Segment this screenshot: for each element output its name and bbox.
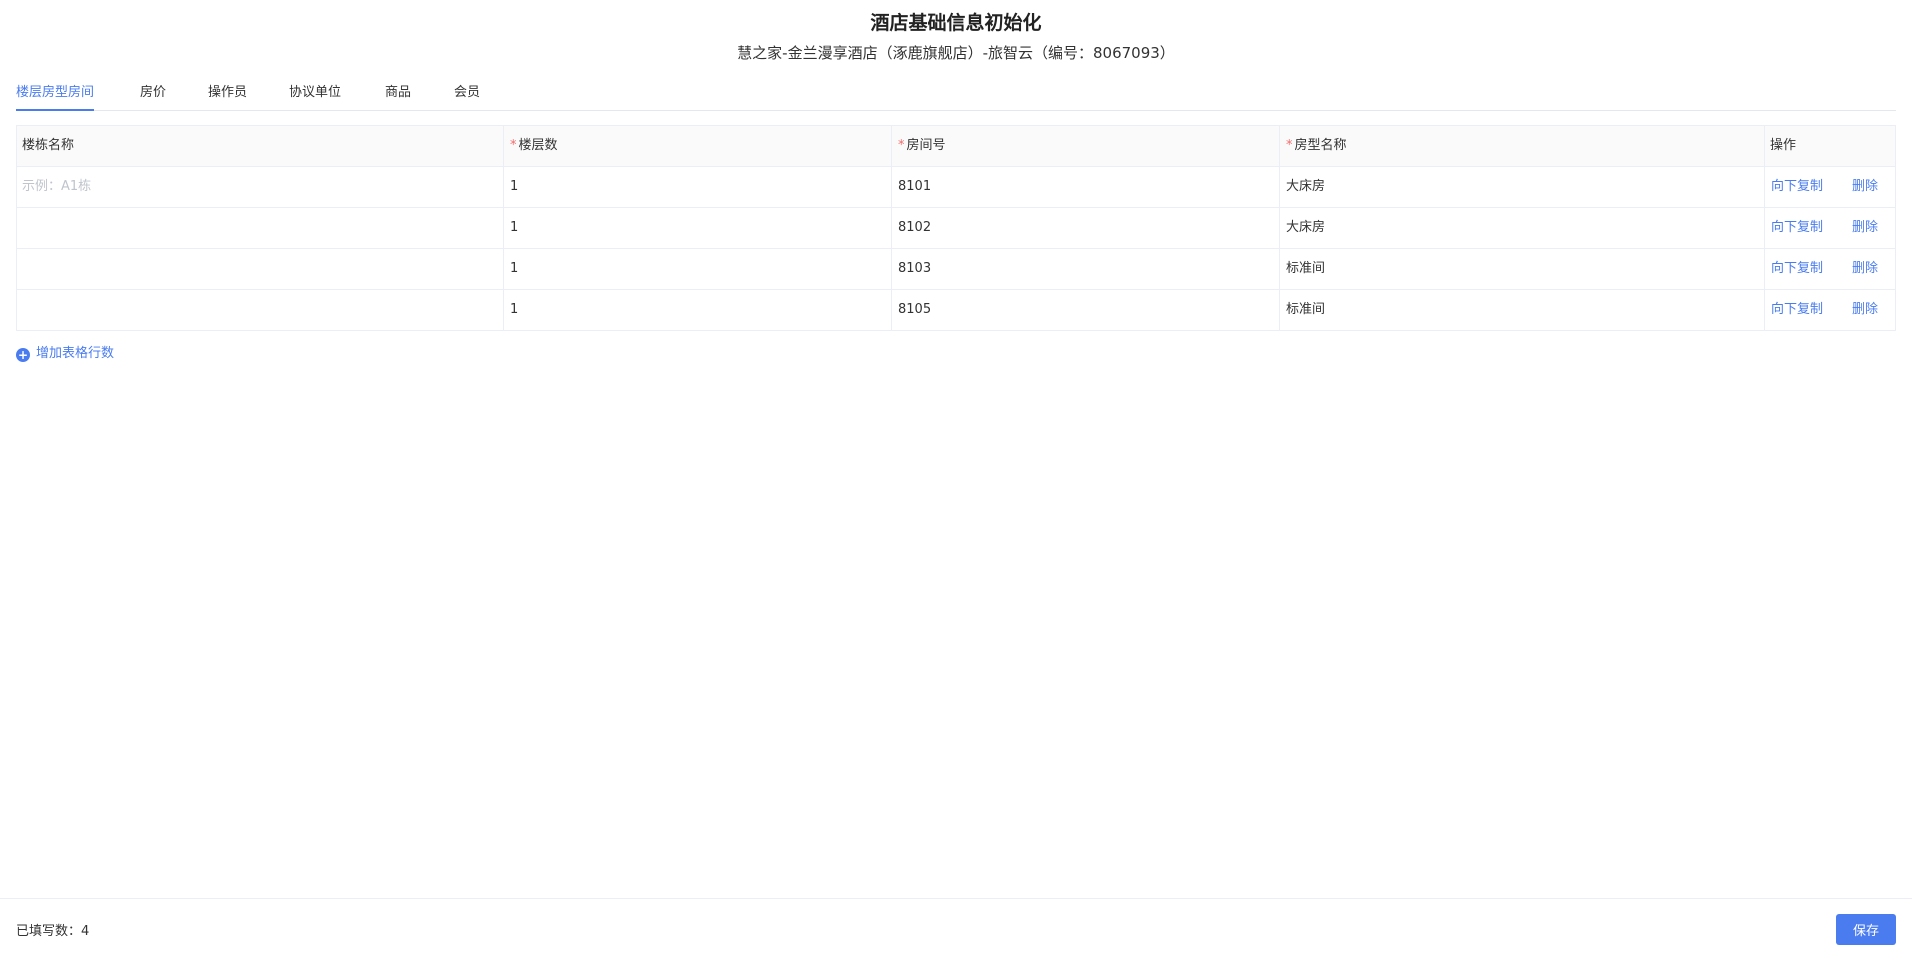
footer-bar: 已填写数：4 保存: [0, 898, 1912, 962]
filled-count-value: 4: [81, 924, 90, 939]
building-input[interactable]: [17, 249, 504, 289]
row-ops: 向下复制 删除: [1765, 249, 1896, 289]
table-row: 1 8103 标准间 向下复制 删除: [17, 249, 1895, 290]
copy-down-link[interactable]: 向下复制: [1771, 167, 1823, 207]
floor-input[interactable]: 1: [504, 290, 892, 330]
room-type-input[interactable]: 标准间: [1280, 290, 1765, 330]
tab-agreement-unit[interactable]: 协议单位: [289, 83, 341, 111]
add-table-row-button[interactable]: + 增加表格行数: [16, 344, 114, 364]
room-table: 楼栋名称 * 楼层数 * 房间号 * 房型名称 操作 示例：A1栋 1 8101 大床…: [16, 125, 1896, 331]
tab-room-price[interactable]: 房价: [140, 83, 166, 111]
tab-floor-roomtype-room[interactable]: 楼层房型房间: [16, 83, 95, 111]
page: 酒店基础信息初始化 慧之家-金兰漫享酒店（涿鹿旗舰店）-旅智云（编号：80670…: [0, 0, 1912, 962]
hotel-subtitle: 慧之家-金兰漫享酒店（涿鹿旗舰店）-旅智云（编号：8067093）: [737, 44, 1175, 62]
copy-down-link[interactable]: 向下复制: [1771, 249, 1823, 289]
tab-bar: 楼层房型房间 房价 操作员 协议单位 商品 会员: [16, 80, 1896, 111]
row-ops: 向下复制 删除: [1765, 167, 1896, 207]
floor-input[interactable]: 1: [504, 208, 892, 248]
room-number-input[interactable]: 8102: [892, 208, 1280, 248]
room-type-input[interactable]: 大床房: [1280, 208, 1765, 248]
building-input[interactable]: [17, 290, 504, 330]
row-ops: 向下复制 删除: [1765, 208, 1896, 248]
tab-member[interactable]: 会员: [454, 83, 480, 111]
table-header-row: 楼栋名称 * 楼层数 * 房间号 * 房型名称 操作: [17, 126, 1895, 167]
delete-link[interactable]: 删除: [1852, 249, 1878, 289]
tab-goods[interactable]: 商品: [385, 83, 411, 111]
col-header-ops: 操作: [1770, 138, 1797, 153]
building-input[interactable]: [17, 208, 504, 248]
col-header-floor: * 楼层数: [504, 126, 892, 166]
table-row: 1 8102 大床房 向下复制 删除: [17, 208, 1895, 249]
save-button[interactable]: 保存: [1836, 914, 1896, 945]
plus-circle-icon: +: [16, 348, 30, 362]
building-input[interactable]: 示例：A1栋: [17, 167, 504, 207]
col-header-room: * 房间号: [892, 126, 1280, 166]
copy-down-link[interactable]: 向下复制: [1771, 208, 1823, 248]
filled-count: 已填写数：4: [16, 924, 90, 939]
room-type-input[interactable]: 标准间: [1280, 249, 1765, 289]
copy-down-link[interactable]: 向下复制: [1771, 290, 1823, 330]
page-title: 酒店基础信息初始化: [870, 12, 1042, 34]
room-number-input[interactable]: 8105: [892, 290, 1280, 330]
floor-input[interactable]: 1: [504, 249, 892, 289]
required-mark: *: [510, 138, 517, 153]
required-mark: *: [898, 138, 905, 153]
floor-input[interactable]: 1: [504, 167, 892, 207]
room-type-input[interactable]: 大床房: [1280, 167, 1765, 207]
tab-operator[interactable]: 操作员: [208, 83, 247, 111]
table-row: 1 8105 标准间 向下复制 删除: [17, 290, 1895, 331]
delete-link[interactable]: 删除: [1852, 167, 1878, 207]
row-ops: 向下复制 删除: [1765, 290, 1896, 330]
col-header-building: 楼栋名称: [17, 126, 504, 166]
col-header-room-type: * 房型名称: [1280, 126, 1765, 166]
delete-link[interactable]: 删除: [1852, 290, 1878, 330]
table-row: 示例：A1栋 1 8101 大床房 向下复制 删除: [17, 167, 1895, 208]
required-mark: *: [1286, 138, 1293, 153]
add-row-label: 增加表格行数: [36, 346, 115, 361]
room-number-input[interactable]: 8103: [892, 249, 1280, 289]
room-number-input[interactable]: 8101: [892, 167, 1280, 207]
delete-link[interactable]: 删除: [1852, 208, 1878, 248]
